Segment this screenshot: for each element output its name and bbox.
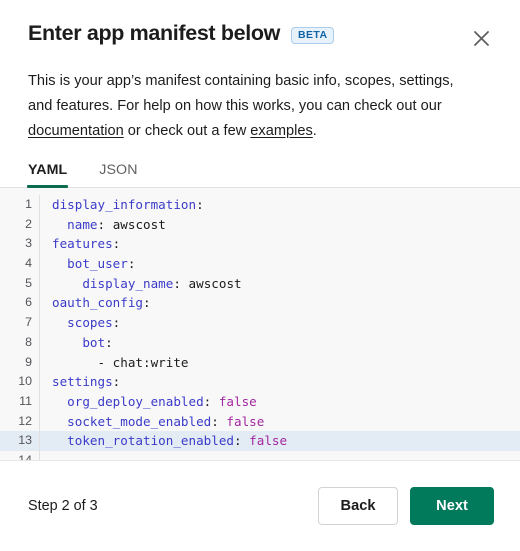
- yaml-key: display_name: [82, 275, 174, 291]
- code-line-text: display_information:: [40, 195, 520, 215]
- back-button[interactable]: Back: [318, 487, 398, 525]
- title-row: Enter app manifest below BETA: [28, 18, 496, 50]
- intro-paragraph: This is your app’s manifest containing b…: [28, 69, 496, 144]
- line-number: 3: [0, 234, 40, 255]
- yaml-value: false: [249, 433, 288, 449]
- intro-text-3: .: [312, 123, 317, 139]
- yaml-colon: :: [112, 236, 121, 252]
- code-line[interactable]: 1 display_information:: [0, 195, 520, 215]
- code-line[interactable]: 12 socket_mode_enabled: false: [0, 411, 520, 432]
- intro-text-2: or check out a few: [123, 123, 251, 139]
- code-line-text: - chat:write: [40, 353, 520, 373]
- yaml-colon: :: [97, 216, 106, 232]
- yaml-colon: :: [211, 413, 219, 429]
- line-number: 2: [0, 214, 40, 235]
- line-number: 6: [0, 293, 40, 314]
- code-line-text: features:: [40, 234, 520, 254]
- code-line[interactable]: 2 name: awscost: [0, 214, 520, 235]
- yaml-colon: :: [233, 433, 242, 449]
- yaml-key: socket_mode_enabled: [67, 413, 212, 429]
- code-line[interactable]: 6 oauth_config:: [0, 293, 520, 314]
- yaml-key: settings: [52, 374, 113, 390]
- yaml-colon: :: [196, 197, 204, 212]
- code-line-text: scopes:: [40, 313, 520, 333]
- yaml-colon: :: [203, 393, 212, 409]
- yaml-colon: :: [112, 315, 121, 331]
- yaml-value: false: [218, 393, 257, 409]
- yaml-colon: :: [143, 295, 151, 311]
- tab-yaml[interactable]: YAML: [18, 162, 77, 188]
- yaml-value: awscost: [188, 275, 242, 291]
- step-indicator: Step 2 of 3: [28, 498, 98, 514]
- code-line[interactable]: 11 org_deploy_enabled: false: [0, 391, 520, 412]
- intro-text-1: This is your app’s manifest containing b…: [28, 73, 454, 114]
- line-number: 9: [0, 352, 40, 373]
- yaml-key: oauth_config: [52, 295, 143, 311]
- yaml-value: awscost: [112, 216, 166, 232]
- close-button[interactable]: [467, 24, 495, 52]
- yaml-key: scopes: [67, 315, 113, 331]
- code-line-text: token_rotation_enabled: false: [40, 431, 520, 451]
- code-line-text: name: awscost: [40, 215, 520, 235]
- code-line-text: display_name: awscost: [40, 274, 520, 294]
- line-number: 13: [0, 431, 40, 451]
- yaml-colon: :: [112, 374, 121, 390]
- code-line[interactable]: 3 features:: [0, 234, 520, 255]
- code-line[interactable]: 8 bot:: [0, 332, 520, 353]
- app-manifest-dialog: Enter app manifest below BETA This is yo…: [0, 0, 520, 551]
- code-line-text: org_deploy_enabled: false: [40, 392, 520, 412]
- yaml-colon: :: [173, 275, 181, 291]
- line-number: 14: [0, 450, 40, 460]
- code-line-text: bot_user:: [40, 254, 520, 274]
- code-line-text: settings:: [40, 372, 520, 392]
- yaml-value: false: [226, 413, 265, 429]
- yaml-list-item: - chat:write: [97, 354, 189, 370]
- code-line[interactable]: 10 settings:: [0, 372, 520, 392]
- close-icon: [473, 30, 490, 47]
- tab-json[interactable]: JSON: [89, 162, 147, 187]
- line-number: 11: [0, 391, 40, 412]
- format-tabs: YAML JSON: [0, 162, 520, 188]
- footer-actions: Back Next: [318, 487, 494, 525]
- code-line[interactable]: 9 - chat:write: [0, 352, 520, 373]
- next-button[interactable]: Next: [410, 487, 494, 525]
- yaml-key: org_deploy_enabled: [67, 393, 204, 409]
- code-line-text: socket_mode_enabled: false: [40, 412, 520, 432]
- yaml-colon: :: [127, 256, 136, 272]
- code-line[interactable]: 14: [0, 450, 520, 460]
- code-line[interactable]: 5 display_name: awscost: [0, 273, 520, 294]
- line-number: 1: [0, 195, 40, 215]
- line-number: 10: [0, 372, 40, 392]
- code-line[interactable]: 13 token_rotation_enabled: false: [0, 431, 520, 451]
- code-line-text: oauth_config:: [40, 293, 520, 313]
- yaml-key: features: [52, 236, 113, 252]
- yaml-key: bot: [82, 334, 106, 350]
- line-number: 5: [0, 273, 40, 294]
- page-title: Enter app manifest below: [28, 21, 281, 46]
- yaml-colon: :: [105, 334, 113, 350]
- examples-link[interactable]: examples: [250, 123, 312, 139]
- line-number: 8: [0, 332, 40, 353]
- documentation-link[interactable]: documentation: [28, 123, 124, 139]
- manifest-code-editor[interactable]: 1 display_information: 2 name: awscost 3 fea…: [0, 188, 520, 461]
- line-number: 4: [0, 254, 40, 274]
- code-line[interactable]: 7 scopes:: [0, 313, 520, 333]
- line-number: 7: [0, 313, 40, 333]
- yaml-key: token_rotation_enabled: [67, 433, 234, 449]
- line-number: 12: [0, 411, 40, 432]
- status-badge: BETA: [291, 26, 335, 44]
- dialog-footer: Step 2 of 3 Back Next: [0, 461, 520, 551]
- yaml-key: name: [67, 216, 98, 232]
- code-line[interactable]: 4 bot_user:: [0, 254, 520, 274]
- yaml-key: display_information: [52, 197, 197, 212]
- code-line-text: bot:: [40, 333, 520, 353]
- yaml-key: bot_user: [67, 256, 128, 272]
- dialog-header: Enter app manifest below BETA This is yo…: [0, 0, 520, 144]
